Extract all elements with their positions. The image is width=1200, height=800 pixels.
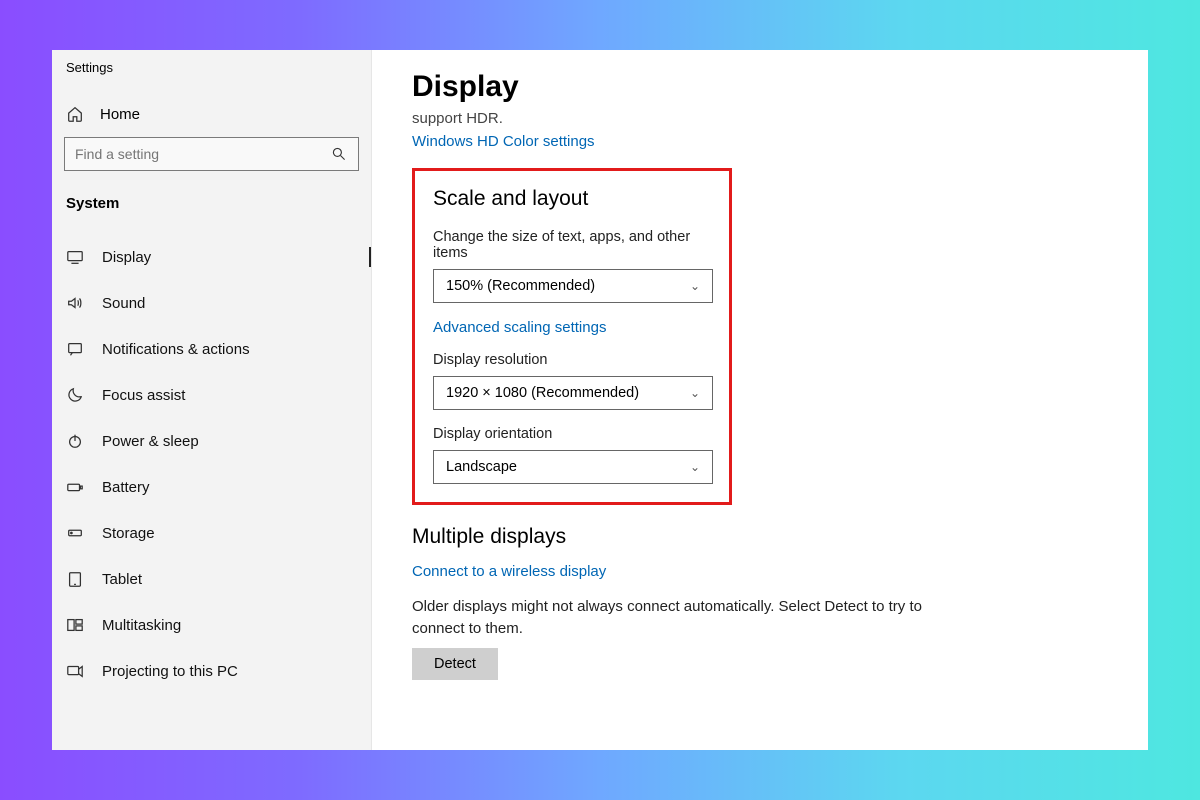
sidebar-item-multitasking[interactable]: Multitasking <box>52 602 371 648</box>
hdr-settings-link[interactable]: Windows HD Color settings <box>412 133 595 150</box>
tablet-icon <box>66 570 84 588</box>
sidebar-item-display[interactable]: Display <box>52 234 371 280</box>
wireless-display-link[interactable]: Connect to a wireless display <box>412 563 606 580</box>
sidebar-item-focus-assist[interactable]: Focus assist <box>52 372 371 418</box>
nav-label: Power & sleep <box>102 433 199 450</box>
scale-heading: Scale and layout <box>433 187 711 211</box>
multiple-heading: Multiple displays <box>412 525 972 549</box>
nav-label: Tablet <box>102 571 142 588</box>
text-size-dropdown[interactable]: 150% (Recommended) ⌄ <box>433 269 713 303</box>
multiple-displays-section: Multiple displays Connect to a wireless … <box>412 525 972 680</box>
sidebar-item-battery[interactable]: Battery <box>52 464 371 510</box>
settings-window: Settings Home System Display <box>52 50 1148 750</box>
sidebar-item-projecting[interactable]: Projecting to this PC <box>52 648 371 694</box>
nav-label: Notifications & actions <box>102 341 250 358</box>
advanced-scaling-link[interactable]: Advanced scaling settings <box>433 319 606 336</box>
orientation-dropdown[interactable]: Landscape ⌄ <box>433 450 713 484</box>
resolution-dropdown[interactable]: 1920 × 1080 (Recommended) ⌄ <box>433 376 713 410</box>
multitasking-icon <box>66 616 84 634</box>
nav-label: Projecting to this PC <box>102 663 238 680</box>
main-content: Display support HDR. Windows HD Color se… <box>372 50 1148 750</box>
nav-label: Multitasking <box>102 617 181 634</box>
power-icon <box>66 432 84 450</box>
battery-icon <box>66 478 84 496</box>
chevron-down-icon: ⌄ <box>690 279 700 293</box>
sidebar-item-notifications[interactable]: Notifications & actions <box>52 326 371 372</box>
search-input[interactable] <box>64 137 359 171</box>
search-icon <box>330 145 348 163</box>
sidebar-item-tablet[interactable]: Tablet <box>52 556 371 602</box>
nav-label: Sound <box>102 295 145 312</box>
nav-label: Focus assist <box>102 387 185 404</box>
app-title: Settings <box>52 50 371 95</box>
nav-label: Battery <box>102 479 150 496</box>
chevron-down-icon: ⌄ <box>690 386 700 400</box>
hdr-support-text: support HDR. <box>412 110 1108 127</box>
home-label: Home <box>100 106 140 123</box>
notifications-icon <box>66 340 84 358</box>
nav-label: Display <box>102 249 151 266</box>
sidebar-item-sound[interactable]: Sound <box>52 280 371 326</box>
orientation-value: Landscape <box>446 459 517 475</box>
home-link[interactable]: Home <box>52 95 371 137</box>
display-icon <box>66 248 84 266</box>
scale-layout-section: Scale and layout Change the size of text… <box>412 168 732 505</box>
resolution-value: 1920 × 1080 (Recommended) <box>446 385 639 401</box>
projecting-icon <box>66 662 84 680</box>
home-icon <box>66 105 84 123</box>
resolution-label: Display resolution <box>433 352 711 368</box>
storage-icon <box>66 524 84 542</box>
sidebar: Settings Home System Display <box>52 50 372 750</box>
nav-list: Display Sound Notifications & actions Fo… <box>52 234 371 694</box>
page-title: Display <box>412 70 1108 104</box>
nav-label: Storage <box>102 525 155 542</box>
orientation-label: Display orientation <box>433 426 711 442</box>
text-size-value: 150% (Recommended) <box>446 278 595 294</box>
focus-icon <box>66 386 84 404</box>
multiple-desc: Older displays might not always connect … <box>412 596 972 640</box>
sidebar-item-storage[interactable]: Storage <box>52 510 371 556</box>
search-field[interactable] <box>75 146 307 162</box>
text-size-label: Change the size of text, apps, and other… <box>433 229 711 261</box>
sidebar-item-power[interactable]: Power & sleep <box>52 418 371 464</box>
detect-button[interactable]: Detect <box>412 648 498 680</box>
sidebar-category: System <box>52 189 371 224</box>
chevron-down-icon: ⌄ <box>690 460 700 474</box>
sound-icon <box>66 294 84 312</box>
